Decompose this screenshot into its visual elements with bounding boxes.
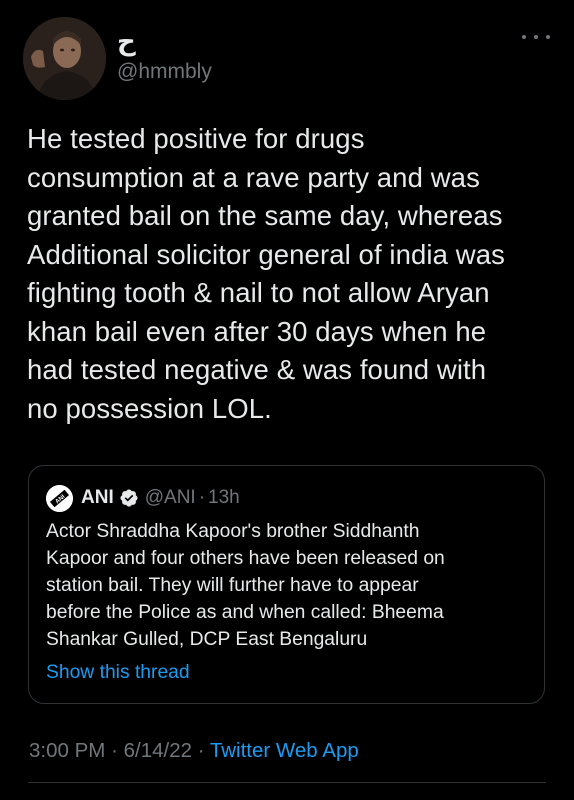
meta-separator: · — [111, 739, 118, 762]
tweet-date[interactable]: 6/14/22 — [124, 739, 192, 762]
meta-separator: · — [197, 739, 205, 762]
avatar-image — [23, 17, 106, 100]
verified-badge-icon — [120, 489, 138, 507]
more-horizontal-icon — [522, 35, 526, 39]
tweet-text: He tested positive for drugs consumption… — [27, 123, 505, 424]
quoted-tweet-header: ANI ANI @ANI · 13h — [46, 484, 240, 512]
quoted-tweet[interactable]: ANI ANI @ANI · 13h Actor Shraddha Kapoor… — [28, 465, 545, 704]
quoted-tweet-text: Actor Shraddha Kapoor's brother Siddhant… — [46, 521, 445, 650]
author-display-name[interactable]: ح — [117, 26, 136, 56]
tweet-metadata: 3:00 PM · 6/14/22 · Twitter Web App — [29, 738, 359, 764]
divider — [28, 782, 546, 783]
avatar[interactable] — [23, 17, 106, 100]
tweet-time[interactable]: 3:00 PM — [29, 739, 105, 762]
more-horizontal-icon-dot — [546, 35, 550, 39]
quoted-separator: · — [198, 487, 206, 508]
show-thread-link[interactable]: Show this thread — [46, 661, 190, 685]
ani-logo-icon[interactable]: ANI — [46, 484, 73, 512]
quoted-author-name[interactable]: ANI — [81, 487, 114, 509]
tweet: ح @hmmbly He tested positive for drugs c… — [0, 0, 574, 800]
more-options-button[interactable] — [522, 26, 550, 48]
source-app-link[interactable]: Twitter Web App — [210, 739, 359, 762]
more-horizontal-icon-dot — [534, 35, 538, 39]
quoted-timestamp[interactable]: 13h — [208, 487, 240, 509]
quoted-author-handle[interactable]: @ANI — [145, 487, 196, 509]
author-handle[interactable]: @hmmbly — [117, 60, 212, 84]
